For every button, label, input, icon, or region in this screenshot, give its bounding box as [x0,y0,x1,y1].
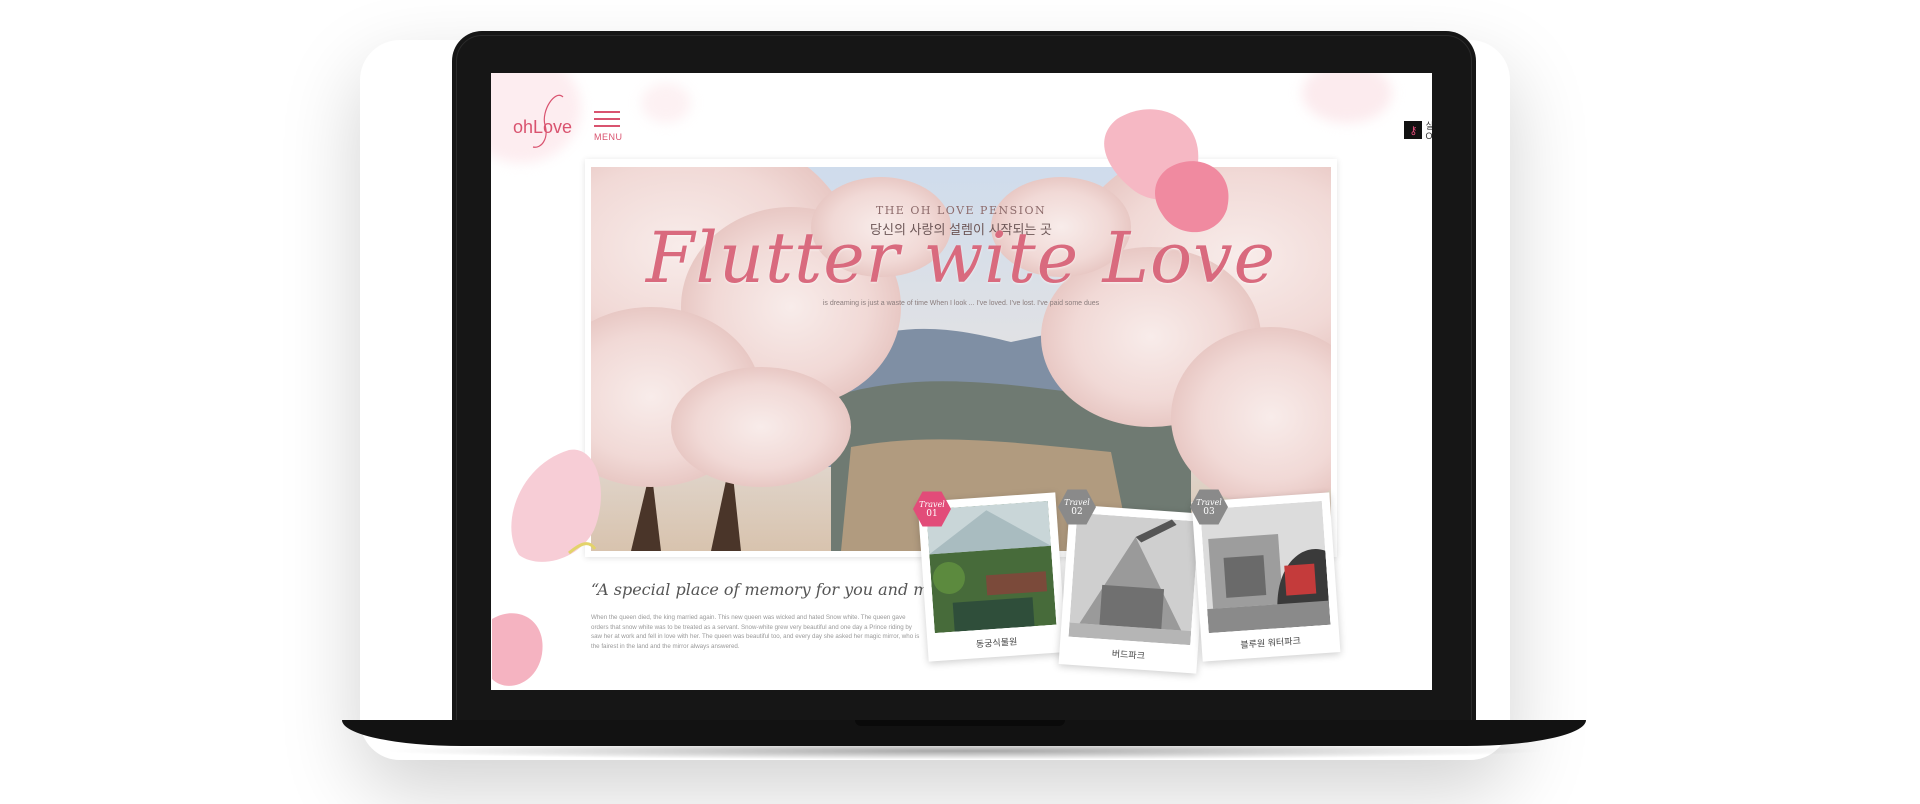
badge-number: 01 [926,508,938,519]
laptop-hinge [855,720,1065,726]
travel-photo-2 [1068,512,1199,646]
travel-card-2[interactable]: 버드파크 [1058,504,1208,674]
side-widget-line1: 실시 [1425,121,1432,131]
travel-caption-1: 동궁식물원 [975,636,1018,650]
petal-glow [641,83,691,123]
petal-decoration [492,613,543,686]
badge-number: 02 [1071,506,1083,517]
travel-caption-2: 버드파크 [1111,648,1146,661]
badge-word: Travel [919,499,945,509]
petal-glow [1302,73,1392,123]
intro-body: When the queen died, the king married ag… [591,614,920,650]
travel-photo-1 [926,500,1057,634]
logo-text: ohLove [513,117,572,137]
hero-small-text: is dreaming is just a waste of time When… [822,300,1100,307]
side-widget[interactable]: ⚷ 실시 OH [1404,121,1432,141]
menu-label: MENU [594,132,623,142]
laptop-screen: ohLove MENU ⚷ 실시 OH [491,73,1432,690]
logo[interactable]: ohLove [511,91,583,151]
menu-icon [594,111,620,113]
badge-word: Travel [1064,497,1090,507]
travel-caption-3: 블루원 워터파크 [1240,635,1302,650]
petal-decoration [511,449,601,562]
intro-quote: “A special place of memory for you and m… [591,580,947,599]
menu-button[interactable]: MENU [594,111,624,147]
key-icon: ⚷ [1404,121,1423,139]
menu-icon-bar [594,118,620,120]
side-widget-line2: OH [1425,131,1432,141]
petal-decoration [1104,109,1229,233]
menu-icon-bar [594,125,620,127]
badge-word: Travel [1196,497,1222,507]
badge-number: 03 [1203,506,1215,517]
